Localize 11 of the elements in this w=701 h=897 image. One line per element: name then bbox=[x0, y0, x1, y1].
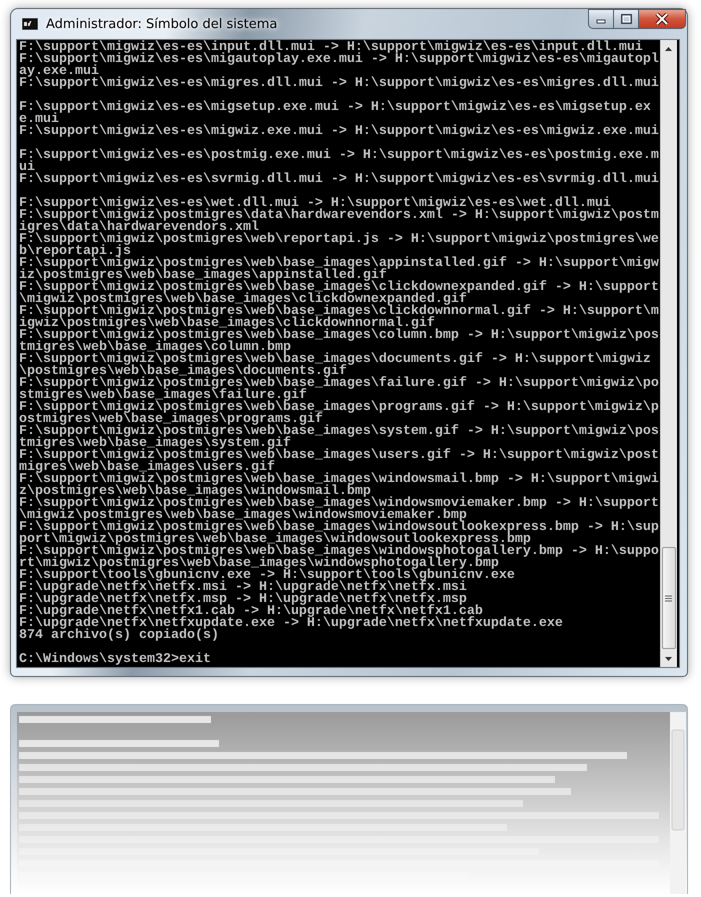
console-line: F:\upgrade\netfx\netfx1.cab -> H:\upgrade\netfx\netfx1.cab bbox=[19, 606, 483, 618]
console-line: F:\upgrade\netfx\netfx.msi -> H:\upgrade\netfx\netfx.msi bbox=[19, 582, 467, 594]
console-line: F:\support\migwiz\es-es\migres.dll.mui -> H:\support\migwiz\es-es\migres.dll.mui bbox=[19, 78, 659, 90]
console-line: C:\Windows\system32>exit bbox=[19, 654, 212, 666]
console-line: F:\support\migwiz\postmigres\web\base_images\windowsphotogallery.bmp -> H:\support\migwiz\postmigres\web\base_images\windowsphotogallery.bmp bbox=[19, 546, 659, 570]
console-line: F:\upgrade\netfx\netfxupdate.exe -> H:\upgrade\netfx\netfxupdate.exe bbox=[19, 618, 564, 630]
console-line: 874 archivo(s) copiado(s) bbox=[19, 630, 219, 642]
window-title: Administrador: Símbolo del sistema bbox=[46, 16, 278, 32]
console-line: F:\support\migwiz\es-es\migwiz.exe.mui -> H:\support\migwiz\es-es\migwiz.exe.mui bbox=[19, 126, 659, 138]
console-line: F:\support\migwiz\es-es\input.dll.mui -> H:\support\migwiz\es-es\input.dll.mui bbox=[19, 42, 643, 54]
console-line: F:\support\migwiz\es-es\svrmig.dll.mui -> H:\support\migwiz\es-es\svrmig.dll.mui bbox=[19, 174, 659, 186]
